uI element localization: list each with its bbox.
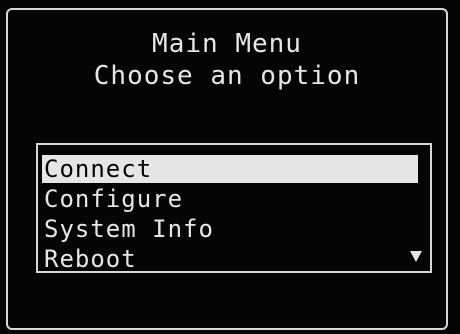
menu-item-system-info[interactable]: System Info	[42, 215, 214, 243]
menu-item-reboot[interactable]: Reboot	[42, 245, 137, 273]
menu-item-connect[interactable]: Connect	[42, 155, 418, 183]
lcd-screen: Main Menu Choose an option Connect Confi…	[0, 0, 460, 334]
display-frame: Main Menu Choose an option Connect Confi…	[6, 8, 448, 330]
scroll-down-arrow-icon[interactable]	[410, 251, 422, 262]
menu-subtitle: Choose an option	[93, 61, 361, 91]
menu-title: Main Menu	[152, 29, 302, 59]
menu-list: Connect Configure System Info Reboot	[36, 143, 432, 273]
menu-item-configure[interactable]: Configure	[42, 185, 183, 213]
